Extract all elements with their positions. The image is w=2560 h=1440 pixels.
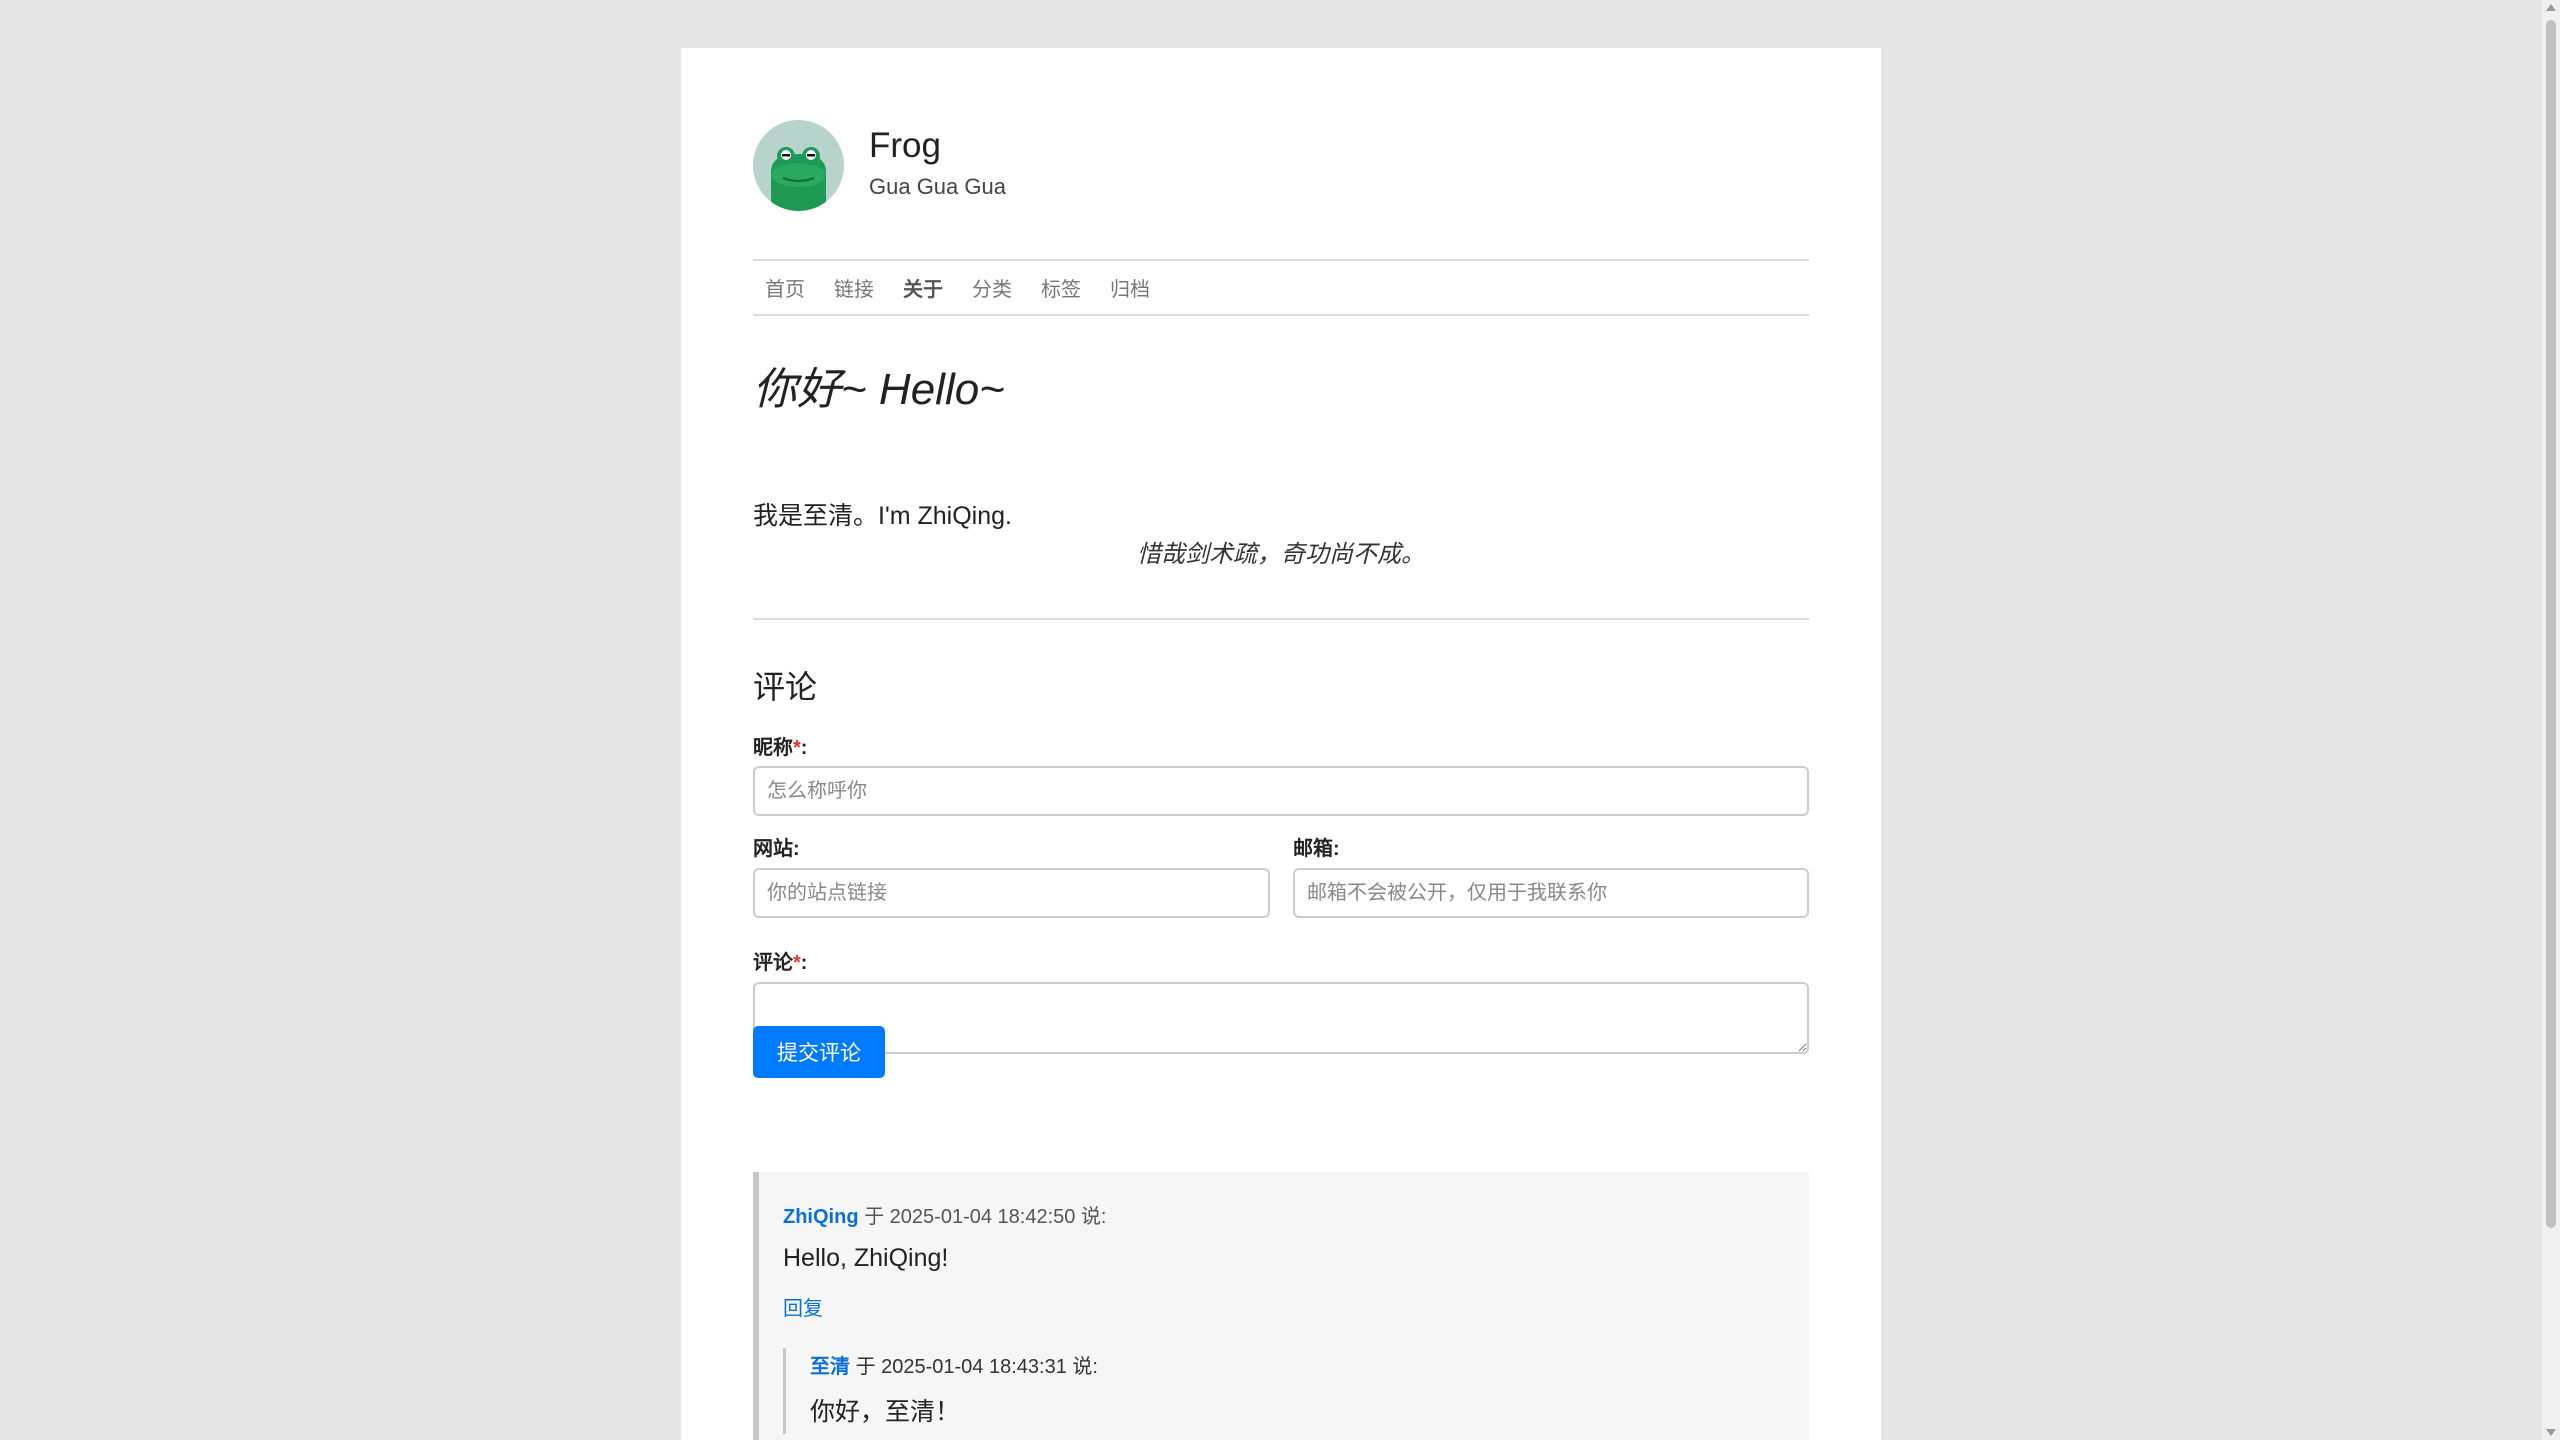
- scroll-down-icon[interactable]: [2546, 1429, 2556, 1436]
- comment-label: 评论*:: [753, 952, 808, 974]
- nickname-input[interactable]: [753, 766, 1809, 816]
- post-title: 你好~ Hello~: [753, 365, 1005, 414]
- site-subtitle: Gua Gua Gua: [869, 174, 1006, 199]
- submit-comment-button[interactable]: 提交评论: [753, 1026, 885, 1078]
- page-container: Frog Gua Gua Gua 首页 链接 关于 分类 标签 归档 你好~ H…: [681, 48, 1881, 1440]
- post-intro: 我是至清。I'm ZhiQing.: [753, 502, 1012, 530]
- nav-item-categories[interactable]: 分类: [972, 273, 1012, 302]
- nav-item-home[interactable]: 首页: [765, 273, 805, 302]
- comment-author-link[interactable]: ZhiQing: [783, 1206, 859, 1228]
- nav-item-archive[interactable]: 归档: [1110, 273, 1150, 302]
- comment-body: Hello, ZhiQing!: [783, 1244, 949, 1272]
- website-input[interactable]: [753, 868, 1270, 918]
- website-label: 网站:: [753, 838, 800, 860]
- comment-meta: ZhiQing 于 2025-01-04 18:42:50 说:: [783, 1200, 1107, 1229]
- reply-meta: 至清 于 2025-01-04 18:43:31 说:: [810, 1350, 1098, 1379]
- main-nav: 首页 链接 关于 分类 标签 归档: [753, 259, 1809, 316]
- scrollbar-thumb[interactable]: [2546, 20, 2556, 1228]
- comment-textarea[interactable]: [753, 982, 1809, 1054]
- required-mark: *: [793, 737, 801, 759]
- reply-author-link[interactable]: 至清: [810, 1356, 850, 1378]
- reply-body: 你好，至清！: [810, 1398, 961, 1426]
- email-label: 邮箱:: [1293, 838, 1340, 860]
- required-mark: *: [793, 952, 801, 974]
- reply-timestamp: 于 2025-01-04 18:43:31 说:: [855, 1356, 1098, 1378]
- divider: [753, 618, 1809, 620]
- frog-icon[interactable]: [753, 120, 844, 211]
- reply-link[interactable]: 回复: [783, 1292, 823, 1321]
- comments-heading: 评论: [753, 669, 818, 705]
- email-input[interactable]: [1293, 868, 1809, 918]
- site-title[interactable]: Frog: [869, 128, 941, 163]
- post-quote: 惜哉剑术疏，奇功尚不成。: [1137, 541, 1425, 568]
- vertical-scrollbar[interactable]: [2542, 0, 2560, 1440]
- comment-item: ZhiQing 于 2025-01-04 18:42:50 说: Hello, …: [753, 1172, 1809, 1440]
- nav-item-links[interactable]: 链接: [834, 273, 874, 302]
- nickname-label: 昵称*:: [753, 737, 808, 759]
- scroll-up-icon[interactable]: [2546, 4, 2556, 11]
- comment-timestamp: 于 2025-01-04 18:42:50 说:: [864, 1206, 1107, 1228]
- nav-item-about[interactable]: 关于: [903, 273, 943, 302]
- reply-item: 至清 于 2025-01-04 18:43:31 说: 你好，至清！: [783, 1348, 1783, 1434]
- nav-item-tags[interactable]: 标签: [1041, 273, 1081, 302]
